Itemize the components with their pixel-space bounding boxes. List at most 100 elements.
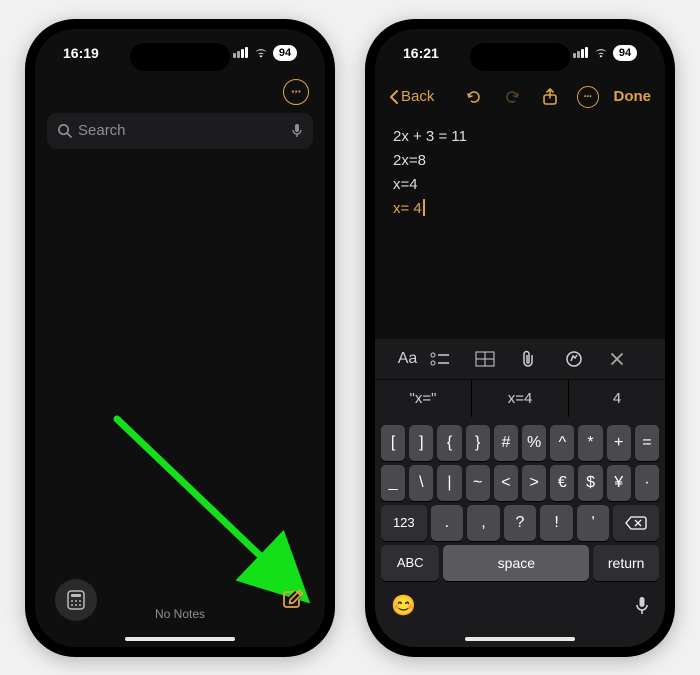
key[interactable]: } <box>466 425 490 461</box>
table-icon <box>475 351 495 367</box>
key[interactable]: % <box>522 425 546 461</box>
note-line-active: x= 4 <box>393 197 647 221</box>
note-line: x=4 <box>393 173 647 197</box>
share-icon <box>542 88 558 106</box>
notes-topbar: ··· <box>35 77 325 109</box>
wifi-icon <box>593 47 609 59</box>
checklist-button[interactable] <box>430 351 475 367</box>
key[interactable]: { <box>437 425 461 461</box>
table-button[interactable] <box>475 351 520 367</box>
nav-actions: ··· Done <box>462 86 652 108</box>
return-key[interactable]: return <box>593 545 659 581</box>
redo-button[interactable] <box>500 88 524 106</box>
numeric-mode-key[interactable]: 123 <box>381 505 427 541</box>
prediction[interactable]: x=4 <box>472 380 569 417</box>
screen-note-editor: 16:21 94 Back ··· Done 2x + 3 = 11 2x= <box>375 29 665 647</box>
key[interactable]: $ <box>578 465 602 501</box>
search-bar[interactable]: Search <box>47 113 313 149</box>
dynamic-island <box>130 43 230 71</box>
more-button[interactable]: ··· <box>283 79 309 105</box>
battery-pill: 94 <box>613 45 637 61</box>
cellular-icon <box>233 45 249 61</box>
key[interactable]: [ <box>381 425 405 461</box>
share-button[interactable] <box>538 88 562 106</box>
predictive-bar: "x=" x=4 4 <box>375 379 665 417</box>
ellipsis-icon: ··· <box>584 91 592 103</box>
back-button[interactable]: Back <box>389 88 434 105</box>
phone-left: 16:19 94 ··· Search <box>25 19 335 657</box>
back-label: Back <box>401 88 434 105</box>
note-body[interactable]: 2x + 3 = 11 2x=8 x=4 x= 4 <box>375 117 665 229</box>
status-time: 16:21 <box>403 45 439 61</box>
more-button[interactable]: ··· <box>576 86 600 108</box>
key[interactable]: . <box>431 505 464 541</box>
paperclip-icon <box>520 350 536 368</box>
screen-notes-list: 16:19 94 ··· Search <box>35 29 325 647</box>
key[interactable]: \ <box>409 465 433 501</box>
keyboard-row: 123 . , ? ! ' <box>379 503 661 543</box>
key[interactable]: = <box>635 425 659 461</box>
backspace-icon <box>625 516 647 530</box>
keyboard-row: ABC space return <box>379 543 661 583</box>
key[interactable]: | <box>437 465 461 501</box>
key[interactable]: , <box>467 505 500 541</box>
key[interactable]: ? <box>504 505 537 541</box>
prediction[interactable]: "x=" <box>375 380 472 417</box>
backspace-key[interactable] <box>613 505 659 541</box>
home-indicator <box>465 637 575 641</box>
key[interactable]: ] <box>409 425 433 461</box>
keyboard-row: [ ] { } # % ^ * + = <box>379 423 661 463</box>
key[interactable]: < <box>494 465 518 501</box>
chevron-left-icon <box>389 89 399 105</box>
key[interactable]: · <box>635 465 659 501</box>
calculator-icon <box>67 590 85 610</box>
dictate-icon[interactable] <box>291 123 303 139</box>
battery-pill: 94 <box>273 45 297 61</box>
compose-button[interactable] <box>281 588 305 612</box>
prediction[interactable]: 4 <box>569 380 665 417</box>
notes-format-toolbar: Aa <box>375 339 665 379</box>
keyboard: [ ] { } # % ^ * + = _ \ | ~ < > <box>375 417 665 585</box>
calculator-button[interactable] <box>55 579 97 621</box>
markup-button[interactable] <box>565 350 610 368</box>
key[interactable]: € <box>550 465 574 501</box>
redo-icon <box>503 88 521 106</box>
mic-icon <box>635 596 649 616</box>
format-aa[interactable]: Aa <box>385 350 430 368</box>
emoji-button[interactable]: 😊 <box>391 593 416 618</box>
key[interactable]: ¥ <box>607 465 631 501</box>
key[interactable]: ^ <box>550 425 574 461</box>
markup-icon <box>565 350 583 368</box>
note-line: 2x + 3 = 11 <box>393 125 647 149</box>
keyboard-row: _ \ | ~ < > € $ ¥ · <box>379 463 661 503</box>
search-icon <box>57 123 72 138</box>
key[interactable]: _ <box>381 465 405 501</box>
keyboard-area: Aa "x=" x=4 4 [ ] { } # % <box>375 339 665 647</box>
dictate-button[interactable] <box>635 596 649 616</box>
key[interactable]: ' <box>577 505 610 541</box>
toolbar-close[interactable] <box>610 352 655 366</box>
key[interactable]: + <box>607 425 631 461</box>
undo-button[interactable] <box>462 88 486 106</box>
done-button[interactable]: Done <box>614 88 652 105</box>
key[interactable]: ! <box>540 505 573 541</box>
empty-label: No Notes <box>155 607 205 621</box>
status-time: 16:19 <box>63 45 99 61</box>
key[interactable]: > <box>522 465 546 501</box>
space-key[interactable]: space <box>443 545 589 581</box>
key[interactable]: * <box>578 425 602 461</box>
undo-icon <box>465 88 483 106</box>
home-indicator <box>125 637 235 641</box>
status-indicators: 94 <box>573 45 637 61</box>
key[interactable]: ~ <box>466 465 490 501</box>
status-indicators: 94 <box>233 45 297 61</box>
key[interactable]: # <box>494 425 518 461</box>
phone-right: 16:21 94 Back ··· Done 2x + 3 = 11 2x= <box>365 19 675 657</box>
attach-button[interactable] <box>520 350 565 368</box>
alpha-mode-key[interactable]: ABC <box>381 545 439 581</box>
keyboard-bottom: 😊 <box>375 585 665 633</box>
note-line: 2x=8 <box>393 149 647 173</box>
cellular-icon <box>573 45 589 61</box>
search-placeholder: Search <box>78 122 126 139</box>
checklist-icon <box>430 351 450 367</box>
